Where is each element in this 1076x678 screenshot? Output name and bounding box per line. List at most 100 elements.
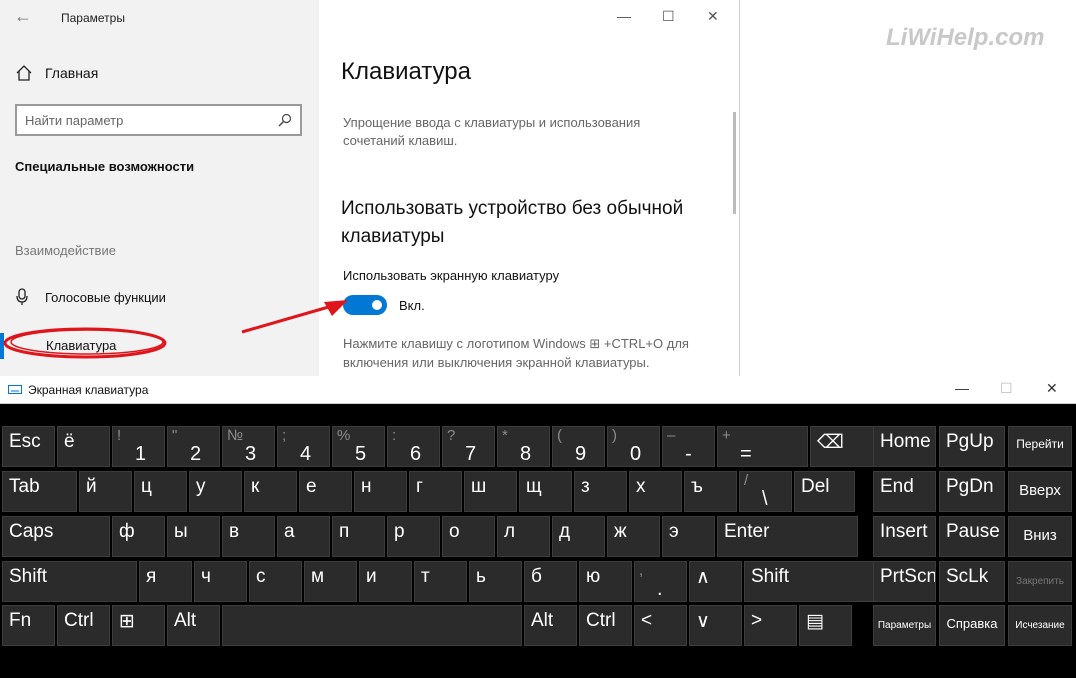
key-label: Enter: [724, 521, 770, 542]
osk-maximize-icon[interactable]: ☐: [1000, 380, 1013, 397]
key-ш-r1k8[interactable]: ш: [464, 471, 517, 512]
key-del-r1k14[interactable]: Del: [794, 471, 855, 512]
key-8-r0k9[interactable]: * 8: [497, 426, 550, 467]
key-б-r3k8[interactable]: б: [524, 561, 577, 602]
key-ь-r3k7[interactable]: ь: [469, 561, 522, 602]
key-о-r2k7[interactable]: о: [442, 516, 495, 557]
key-щ-r1k9[interactable]: щ: [519, 471, 572, 512]
key-ц-r1k2[interactable]: ц: [134, 471, 187, 512]
key-key-r1k13[interactable]: / \: [739, 471, 792, 512]
search-input[interactable]: Найти параметр: [15, 104, 302, 136]
key-enter-r2k12[interactable]: Enter: [717, 516, 858, 557]
key-я-r3k1[interactable]: я: [139, 561, 192, 602]
key-6-r0k7[interactable]: :6: [387, 426, 440, 467]
key-5-r0k6[interactable]: % 5: [332, 426, 385, 467]
nav-key-справка[interactable]: Справка: [939, 605, 1005, 646]
key-н-r1k6[interactable]: н: [354, 471, 407, 512]
key-ю-r3k9[interactable]: ю: [579, 561, 632, 602]
key-е-r1k5[interactable]: е: [299, 471, 352, 512]
nav-key-перейти[interactable]: Перейти: [1008, 426, 1072, 467]
nav-key-pgdn[interactable]: PgDn: [939, 471, 1005, 512]
key-3-r0k4[interactable]: № 3: [222, 426, 275, 467]
back-arrow-icon[interactable]: ←: [14, 6, 32, 27]
key-у-r1k3[interactable]: у: [189, 471, 242, 512]
nav-key-insert[interactable]: Insert: [873, 516, 936, 557]
key-4-r0k5[interactable]: ; 4: [277, 426, 330, 467]
key-й-r1k1[interactable]: й: [79, 471, 132, 512]
key-э-r2k11[interactable]: э: [662, 516, 715, 557]
key-9-r0k10[interactable]: (9: [552, 426, 605, 467]
maximize-icon[interactable]: ☐: [662, 8, 675, 25]
key-и-r3k5[interactable]: и: [359, 561, 412, 602]
key-key-r4k9[interactable]: >: [744, 605, 797, 646]
key-tab-r1k0[interactable]: Tab: [2, 471, 77, 512]
key-ж-r2k10[interactable]: ж: [607, 516, 660, 557]
nav-key-параметры[interactable]: Параметры: [873, 605, 936, 646]
key-alt-r4k5[interactable]: Alt: [524, 605, 577, 646]
nav-key-home[interactable]: Home: [873, 426, 936, 467]
key-label: ш: [471, 476, 487, 497]
key-с-r3k3[interactable]: с: [249, 561, 302, 602]
key-х-r1k11[interactable]: х: [629, 471, 682, 512]
key-shift-r3k12[interactable]: Shift: [744, 561, 885, 602]
nav-key-закрепить[interactable]: Закрепить: [1008, 561, 1072, 602]
nav-key-prtscn[interactable]: PrtScn: [873, 561, 936, 602]
close-icon[interactable]: ✕: [707, 8, 719, 25]
key-к-r1k4[interactable]: к: [244, 471, 297, 512]
key-в-r2k3[interactable]: в: [222, 516, 275, 557]
key-2-r0k3[interactable]: " 2: [167, 426, 220, 467]
key-ctrl-r4k1[interactable]: Ctrl: [57, 605, 110, 646]
key-р-r2k6[interactable]: р: [387, 516, 440, 557]
nav-key-исчезание[interactable]: Исчезание: [1008, 605, 1072, 646]
settings-window: ← Параметры Главная Найти параметр Специ…: [0, 0, 740, 376]
key-т-r3k6[interactable]: т: [414, 561, 467, 602]
nav-home[interactable]: Главная: [15, 64, 98, 82]
key-м-r3k4[interactable]: м: [304, 561, 357, 602]
nav-key-pgup[interactable]: PgUp: [939, 426, 1005, 467]
nav-voice[interactable]: Голосовые функции: [15, 288, 166, 306]
key-д-r2k9[interactable]: д: [552, 516, 605, 557]
key-alt-r4k3[interactable]: Alt: [167, 605, 220, 646]
nav-key-pause[interactable]: Pause: [939, 516, 1005, 557]
key-key-r4k8[interactable]: ∨: [689, 605, 742, 646]
key-label: к: [251, 476, 260, 497]
key-key-r4k10[interactable]: ▤: [799, 605, 852, 646]
key-ы-r2k2[interactable]: ы: [167, 516, 220, 557]
key-ъ-r1k12[interactable]: ъ: [684, 471, 737, 512]
key-shift-r3k0[interactable]: Shift: [2, 561, 137, 602]
key-fn-r4k0[interactable]: Fn: [2, 605, 55, 646]
nav-key-вверх[interactable]: Вверх: [1008, 471, 1072, 512]
key-label: \: [762, 488, 768, 510]
key-key-r4k7[interactable]: <: [634, 605, 687, 646]
key-space-r4k4[interactable]: [222, 605, 522, 646]
osk-close-icon[interactable]: ✕: [1046, 380, 1058, 397]
key-key-r3k11[interactable]: ∧: [689, 561, 742, 602]
key-л-r2k8[interactable]: л: [497, 516, 550, 557]
key-label: Ctrl: [586, 610, 616, 631]
key-ё-r0k1[interactable]: ё: [57, 426, 110, 467]
key-0-r0k11[interactable]: ) 0: [607, 426, 660, 467]
key-7-r0k8[interactable]: ? 7: [442, 426, 495, 467]
key-г-r1k7[interactable]: г: [409, 471, 462, 512]
key-key-r0k13[interactable]: + =: [717, 426, 808, 467]
scrollbar[interactable]: [733, 112, 736, 214]
key-key-r0k12[interactable]: – -: [662, 426, 715, 467]
key-ч-r3k2[interactable]: ч: [194, 561, 247, 602]
key-1-r0k2[interactable]: ! 1: [112, 426, 165, 467]
toggle-state: Вкл.: [399, 298, 425, 313]
nav-key-sclk[interactable]: ScLk: [939, 561, 1005, 602]
minimize-icon[interactable]: —: [617, 8, 631, 24]
key-key-r3k10[interactable]: ,.: [634, 561, 687, 602]
key-а-r2k4[interactable]: а: [277, 516, 330, 557]
key-п-r2k5[interactable]: п: [332, 516, 385, 557]
nav-key-вниз[interactable]: Вниз: [1008, 516, 1072, 557]
key-з-r1k10[interactable]: з: [574, 471, 627, 512]
key-caps-r2k0[interactable]: Caps: [2, 516, 110, 557]
nav-key-end[interactable]: End: [873, 471, 936, 512]
key-key-r4k2[interactable]: ⊞: [112, 605, 165, 646]
key-ctrl-r4k6[interactable]: Ctrl: [579, 605, 632, 646]
osk-minimize-icon[interactable]: —: [955, 380, 969, 396]
key-esc-r0k0[interactable]: Esc: [2, 426, 55, 467]
key-label: Alt: [531, 610, 554, 631]
key-ф-r2k1[interactable]: ф: [112, 516, 165, 557]
